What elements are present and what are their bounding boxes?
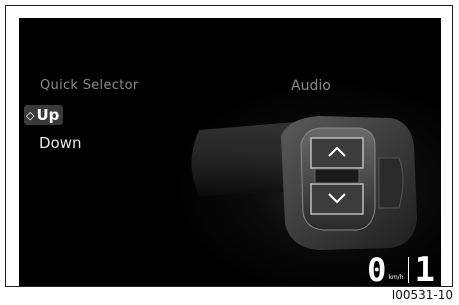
side-button-shape	[378, 157, 404, 209]
figure-id: I00531-10	[391, 288, 453, 302]
assist-level: 1	[414, 250, 435, 286]
page: Quick Selector Audio ◇ Up Down 0 km/h 1 …	[0, 0, 459, 305]
up-button[interactable]	[310, 137, 364, 169]
menu-item-label: Up	[36, 106, 60, 124]
speed-value: 0	[367, 251, 387, 286]
down-button[interactable]	[310, 183, 364, 215]
speed-unit: km/h	[388, 274, 404, 281]
status-bar: 0 km/h 1	[331, 246, 441, 286]
menu-item-down[interactable]: Down	[39, 134, 82, 152]
display-screen: Quick Selector Audio ◇ Up Down 0 km/h 1	[19, 18, 441, 286]
quick-selector-title: Quick Selector	[40, 78, 139, 93]
center-button	[314, 168, 360, 184]
audio-title: Audio	[291, 78, 331, 94]
selection-marker-icon: ◇	[26, 108, 35, 122]
status-divider	[407, 257, 409, 283]
menu-item-up[interactable]: ◇ Up	[24, 105, 64, 125]
